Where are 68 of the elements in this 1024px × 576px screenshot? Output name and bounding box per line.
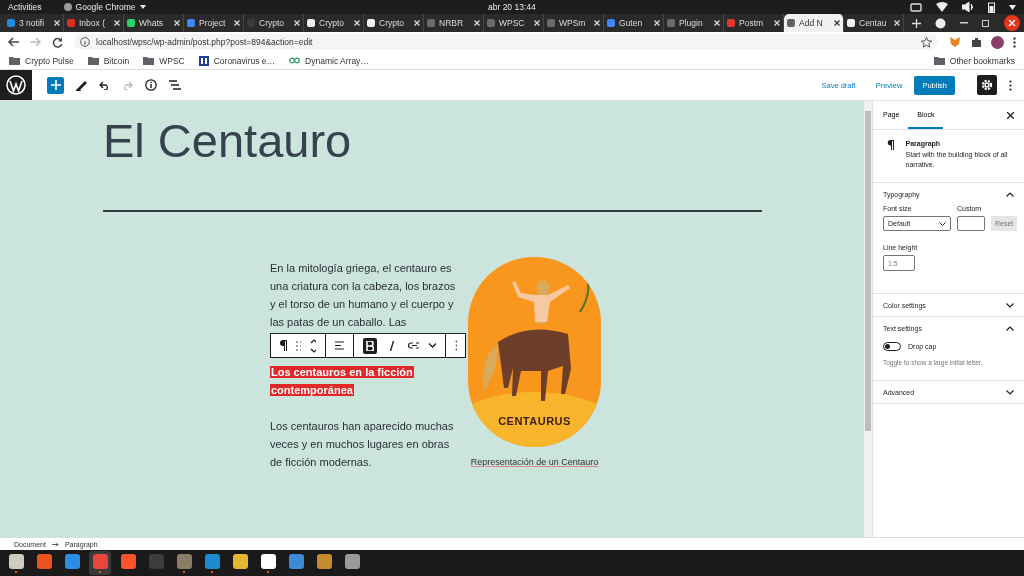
new-tab-button[interactable]: [912, 18, 921, 28]
chevron-down-icon[interactable]: [428, 343, 436, 348]
post-title[interactable]: El Centauro: [103, 113, 762, 169]
undo-icon[interactable]: [99, 80, 110, 90]
paragraph-icon: [887, 140, 894, 150]
chevron-down-icon: [939, 221, 946, 226]
paragraph[interactable]: Los centauros han aparecido muchas veces y en muchos lugares en obras de ficción modernas.: [270, 417, 456, 471]
italic-icon: [389, 340, 396, 351]
caret-icon[interactable]: [1009, 4, 1016, 10]
reload-icon[interactable]: [52, 36, 63, 48]
settings-button[interactable]: [977, 75, 997, 95]
paragraph-icon[interactable]: [279, 340, 287, 351]
custom-size-field[interactable]: [957, 216, 985, 231]
more-options-icon[interactable]: [454, 340, 457, 351]
bold-icon: [366, 340, 374, 351]
paragraph[interactable]: En la mitología griega, el centauro es una criatura con la cabeza, los brazos y el torso de un humano y el cuerpo y las patas de un caballo. Las: [270, 259, 456, 331]
bookmark[interactable]: Bitcoin: [87, 55, 130, 66]
folder-icon: [87, 56, 99, 65]
align-left-icon[interactable]: [335, 341, 345, 350]
battery-icon[interactable]: [988, 1, 995, 13]
bookmark[interactable]: Coronavirus e…: [198, 55, 276, 66]
folder-icon: [9, 56, 20, 65]
bookmark[interactable]: Dynamic Array…: [289, 55, 369, 66]
link-icon: [289, 57, 301, 64]
move-arrows-icon[interactable]: [309, 337, 317, 354]
activities-button[interactable]: Activities: [8, 2, 42, 12]
bookmark[interactable]: WPSC: [143, 55, 185, 66]
image-label: CENTAURUS: [497, 415, 572, 427]
folder-icon: [933, 56, 945, 65]
info-icon: [80, 37, 90, 47]
menu-icon[interactable]: [1013, 36, 1016, 48]
pencil-icon[interactable]: [76, 79, 87, 91]
minimize-icon[interactable]: [960, 22, 968, 24]
wordpress-logo[interactable]: [0, 70, 32, 100]
close-icon[interactable]: [834, 20, 840, 26]
add-block-button[interactable]: [47, 76, 64, 94]
info-icon[interactable]: [145, 79, 157, 91]
star-icon[interactable]: [921, 36, 932, 48]
browser-tab[interactable]: Add N: [784, 14, 844, 32]
clock[interactable]: abr 20 13:44: [488, 2, 536, 12]
close-icon[interactable]: [1004, 15, 1020, 31]
wifi-icon[interactable]: [936, 2, 948, 12]
bold-button[interactable]: [363, 337, 377, 354]
fox-icon[interactable]: [949, 36, 962, 48]
restore-icon[interactable]: [982, 19, 990, 27]
link-icon[interactable]: [408, 342, 420, 349]
caret-icon[interactable]: [139, 5, 146, 9]
chevron-down-icon: [1006, 302, 1014, 308]
image-caption[interactable]: Representación de un Centauro: [470, 457, 599, 467]
address-field[interactable]: localhost/wpsc/wp-admin/post.php?post=894&action=edit: [74, 34, 938, 50]
page-icon: [198, 55, 209, 66]
more-options-icon[interactable]: [1009, 79, 1012, 91]
close-icon[interactable]: [1007, 111, 1014, 119]
list-view-icon[interactable]: [169, 80, 181, 90]
app-menu[interactable]: Google Chrome: [63, 2, 146, 12]
bookmark[interactable]: Other bookmarks: [933, 55, 1015, 66]
chevron-up-icon: [1006, 191, 1014, 197]
profile-circle-icon[interactable]: [935, 17, 946, 29]
drag-handle-icon[interactable]: [295, 340, 301, 351]
chevron-down-icon: [1006, 389, 1014, 395]
back-icon[interactable]: [8, 37, 19, 47]
scrollbar[interactable]: [864, 101, 872, 537]
arrow-icon: [51, 541, 59, 547]
bookmark[interactable]: Crypto Pulse: [9, 55, 74, 66]
folder-icon: [143, 56, 155, 65]
chevron-up-icon: [1006, 325, 1014, 331]
avatar-icon[interactable]: [991, 35, 1004, 49]
volume-icon[interactable]: [962, 2, 974, 12]
